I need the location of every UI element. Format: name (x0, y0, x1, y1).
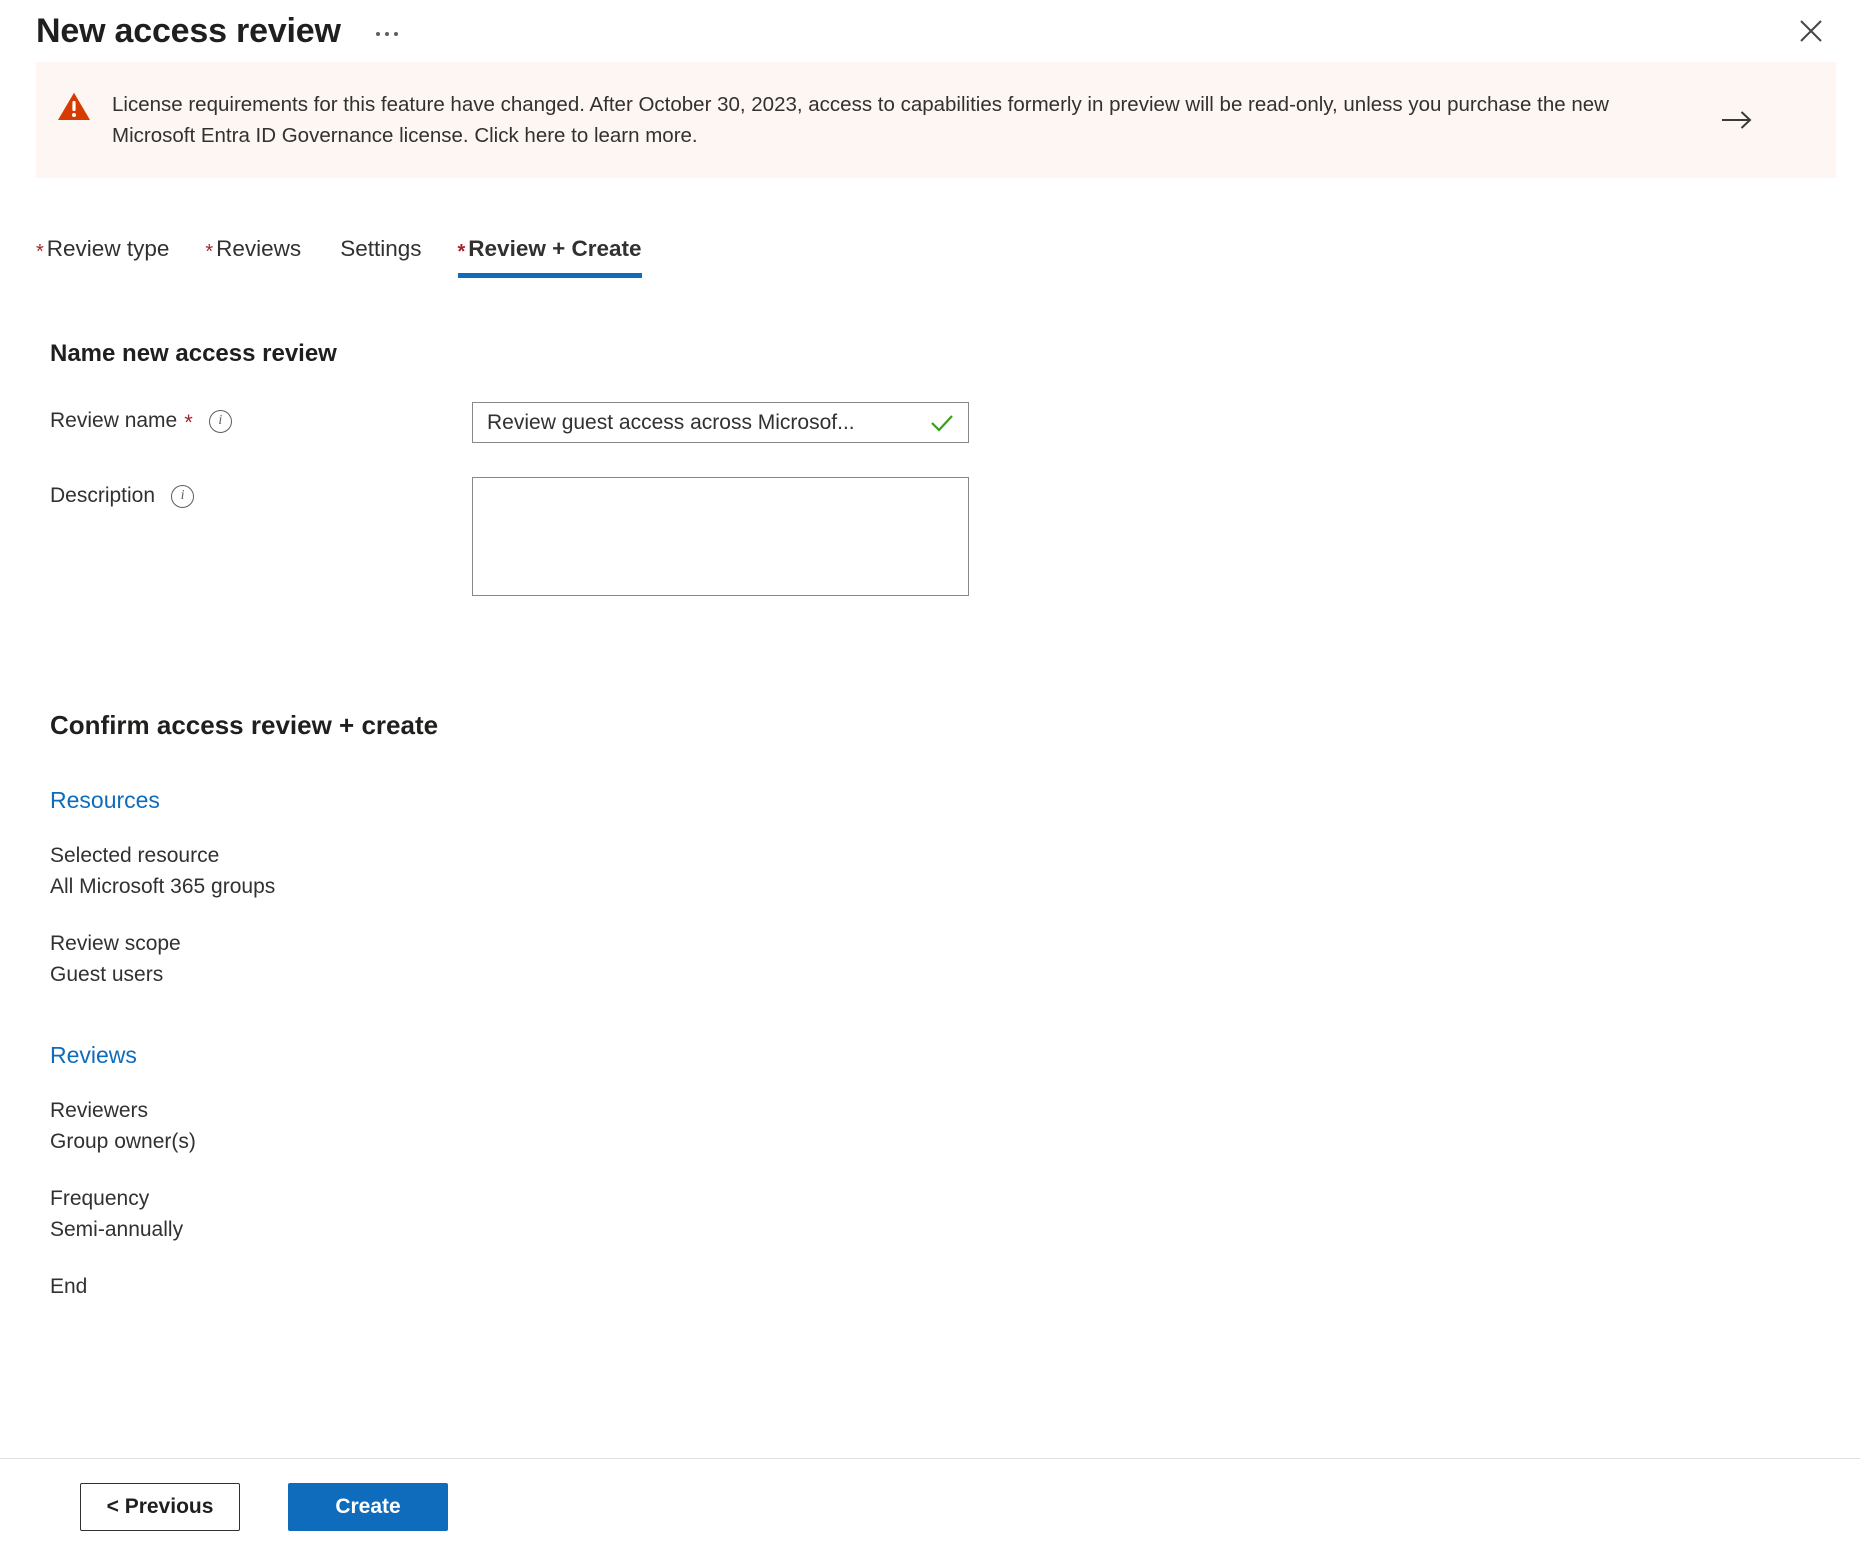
summary-key: Selected resource (50, 840, 1824, 871)
info-icon[interactable]: i (171, 485, 194, 508)
tab-label: Settings (340, 238, 421, 261)
close-icon[interactable] (1788, 8, 1834, 54)
review-name-input-value: Review guest access across Microsof... (487, 411, 926, 435)
summary-key: Reviewers (50, 1095, 1824, 1126)
info-icon[interactable]: i (209, 410, 232, 433)
tab-settings[interactable]: Settings (337, 238, 421, 279)
more-options-icon[interactable] (367, 17, 407, 51)
summary-row-reviewers: Reviewers Group owner(s) (50, 1095, 1824, 1157)
blade-content: Name new access review Review name * i R… (0, 278, 1860, 1458)
tab-review-create[interactable]: * Review + Create (458, 238, 642, 279)
required-asterisk: * (184, 412, 193, 434)
resources-group: Resources Selected resource All Microsof… (50, 741, 1824, 990)
summary-value: Group owner(s) (50, 1126, 1824, 1157)
confirm-section-heading: Confirm access review + create (50, 710, 1824, 741)
description-label: Description (50, 484, 155, 508)
tab-required-marker: * (458, 242, 466, 262)
ellipsis-dot (376, 32, 380, 36)
name-section-heading: Name new access review (50, 340, 1824, 368)
checkmark-icon (930, 413, 954, 433)
new-access-review-blade: New access review License requirements f… (0, 0, 1860, 1554)
summary-key: Review scope (50, 928, 1824, 959)
description-field-row: Description i (50, 477, 1824, 596)
tab-label: Reviews (216, 238, 301, 261)
summary-row-selected-resource: Selected resource All Microsoft 365 grou… (50, 840, 1824, 902)
banner-message: License requirements for this feature ha… (112, 89, 1682, 151)
review-name-input[interactable]: Review guest access across Microsof... (472, 402, 969, 443)
tab-review-type[interactable]: * Review type (36, 238, 169, 279)
summary-key: End (50, 1271, 1824, 1293)
review-name-field-row: Review name * i Review guest access acro… (50, 402, 1824, 443)
previous-button[interactable]: < Previous (80, 1483, 240, 1531)
summary-key: Frequency (50, 1183, 1824, 1214)
create-button[interactable]: Create (288, 1483, 448, 1531)
resources-link[interactable]: Resources (50, 787, 160, 814)
summary-row-frequency: Frequency Semi-annually (50, 1183, 1824, 1245)
description-label-group: Description i (50, 477, 472, 508)
blade-footer: < Previous Create (0, 1458, 1860, 1554)
license-warning-banner: License requirements for this feature ha… (36, 62, 1836, 178)
review-name-label: Review name (50, 409, 177, 433)
tab-required-marker: * (36, 242, 44, 262)
page-title: New access review (36, 14, 341, 48)
wizard-tablist: * Review type * Reviews Settings * Revie… (0, 220, 1860, 278)
summary-row-review-scope: Review scope Guest users (50, 928, 1824, 990)
arrow-right-icon[interactable] (1682, 109, 1792, 131)
description-textarea[interactable] (472, 477, 969, 596)
review-name-label-group: Review name * i (50, 402, 472, 433)
reviews-group: Reviews Reviewers Group owner(s) Frequen… (50, 1042, 1824, 1293)
ellipsis-dot (394, 32, 398, 36)
summary-value: Guest users (50, 959, 1824, 990)
summary-value: All Microsoft 365 groups (50, 871, 1824, 902)
banner-container: License requirements for this feature ha… (0, 62, 1860, 178)
summary-row-end-partial: End (50, 1271, 1824, 1293)
tab-label: Review + Create (468, 238, 641, 261)
summary-value: Semi-annually (50, 1214, 1824, 1245)
warning-icon (36, 89, 112, 122)
blade-titlebar: New access review (0, 0, 1860, 62)
tab-required-marker: * (205, 242, 213, 262)
ellipsis-dot (385, 32, 389, 36)
tab-reviews[interactable]: * Reviews (205, 238, 301, 279)
tab-label: Review type (47, 238, 170, 261)
reviews-link[interactable]: Reviews (50, 1042, 137, 1069)
